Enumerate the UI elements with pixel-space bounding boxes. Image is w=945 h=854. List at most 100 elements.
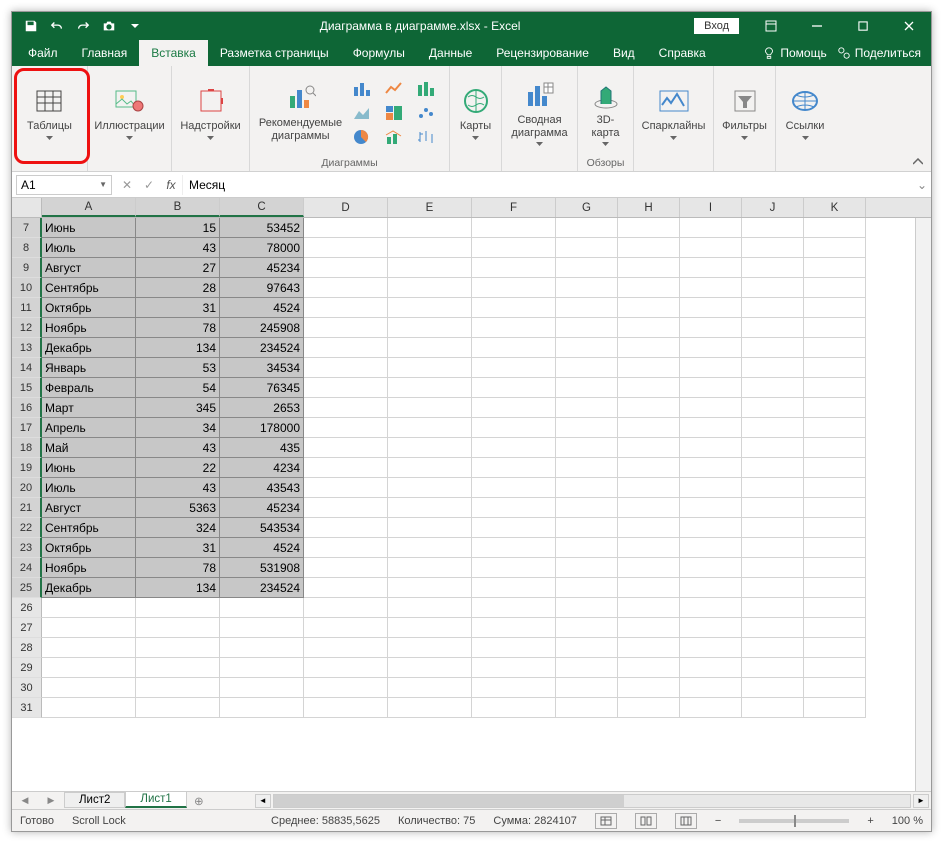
cell[interactable] <box>304 518 388 538</box>
cell[interactable] <box>804 258 866 278</box>
cell[interactable] <box>680 538 742 558</box>
row-header[interactable]: 30 <box>12 678 42 698</box>
cell[interactable] <box>304 618 388 638</box>
cell[interactable] <box>618 558 680 578</box>
cell[interactable] <box>304 398 388 418</box>
cell[interactable] <box>804 618 866 638</box>
cell[interactable] <box>472 658 556 678</box>
cell[interactable] <box>304 658 388 678</box>
cell[interactable]: 97643 <box>220 278 304 298</box>
cell[interactable] <box>618 498 680 518</box>
cell[interactable]: 43 <box>136 238 220 258</box>
cell[interactable] <box>742 398 804 418</box>
cell[interactable]: Декабрь <box>42 578 136 598</box>
cell[interactable] <box>388 218 472 238</box>
cell[interactable]: 245908 <box>220 318 304 338</box>
cell[interactable] <box>742 558 804 578</box>
cell[interactable]: 27 <box>136 258 220 278</box>
cell[interactable] <box>804 498 866 518</box>
cell[interactable] <box>618 398 680 418</box>
chart-column-icon[interactable] <box>414 78 438 100</box>
row-header[interactable]: 29 <box>12 658 42 678</box>
cell[interactable] <box>556 238 618 258</box>
cancel-formula-icon[interactable]: ✕ <box>116 178 138 192</box>
cell[interactable] <box>556 318 618 338</box>
cell[interactable] <box>388 578 472 598</box>
cell[interactable] <box>304 578 388 598</box>
cell[interactable] <box>680 578 742 598</box>
recommended-charts-button[interactable]: Рекомендуемые диаграммы <box>255 80 346 144</box>
tab-view[interactable]: Вид <box>601 40 647 66</box>
cell[interactable]: Сентябрь <box>42 278 136 298</box>
cell[interactable] <box>472 398 556 418</box>
cell[interactable]: Февраль <box>42 378 136 398</box>
cell[interactable] <box>742 678 804 698</box>
chart-stock-icon[interactable] <box>414 126 438 148</box>
hscroll-thumb[interactable] <box>274 795 624 807</box>
cell[interactable] <box>618 258 680 278</box>
tables-button[interactable]: Таблицы <box>23 83 76 142</box>
tab-insert[interactable]: Вставка <box>139 40 208 66</box>
cell[interactable] <box>742 578 804 598</box>
cell[interactable] <box>472 478 556 498</box>
cell[interactable] <box>472 218 556 238</box>
col-header-B[interactable]: B <box>136 198 220 217</box>
cell[interactable]: 34534 <box>220 358 304 378</box>
tab-formulas[interactable]: Формулы <box>341 40 417 66</box>
cell[interactable] <box>304 338 388 358</box>
save-icon[interactable] <box>20 15 42 37</box>
cell[interactable]: Сентябрь <box>42 518 136 538</box>
cell[interactable] <box>804 418 866 438</box>
col-header-F[interactable]: F <box>472 198 556 217</box>
cell[interactable] <box>680 698 742 718</box>
cell[interactable] <box>804 378 866 398</box>
cell[interactable] <box>472 518 556 538</box>
cell[interactable] <box>304 418 388 438</box>
row-header[interactable]: 27 <box>12 618 42 638</box>
cell[interactable] <box>680 418 742 438</box>
cell[interactable] <box>42 658 136 678</box>
cell[interactable] <box>804 658 866 678</box>
cell[interactable] <box>742 338 804 358</box>
row-header[interactable]: 11 <box>12 298 42 318</box>
tell-me[interactable]: Помощь <box>762 46 826 60</box>
cell[interactable] <box>42 678 136 698</box>
cell[interactable] <box>680 358 742 378</box>
row-header[interactable]: 14 <box>12 358 42 378</box>
cell[interactable] <box>804 238 866 258</box>
cell[interactable]: 15 <box>136 218 220 238</box>
col-header-C[interactable]: C <box>220 198 304 217</box>
view-page-layout-icon[interactable] <box>635 813 657 829</box>
cell[interactable] <box>388 378 472 398</box>
cell[interactable] <box>304 258 388 278</box>
cell[interactable] <box>618 478 680 498</box>
cell[interactable] <box>472 498 556 518</box>
cell[interactable]: 22 <box>136 458 220 478</box>
cell[interactable] <box>618 438 680 458</box>
cell[interactable]: Август <box>42 498 136 518</box>
cell[interactable]: 435 <box>220 438 304 458</box>
cell[interactable]: Октябрь <box>42 538 136 558</box>
cell[interactable] <box>220 658 304 678</box>
cell[interactable] <box>742 638 804 658</box>
row-header[interactable]: 16 <box>12 398 42 418</box>
cell[interactable] <box>804 458 866 478</box>
view-page-break-icon[interactable] <box>675 813 697 829</box>
cell[interactable] <box>556 438 618 458</box>
cell[interactable] <box>680 678 742 698</box>
cell[interactable] <box>556 558 618 578</box>
sheet-tab-1[interactable]: Лист1 <box>125 791 186 808</box>
cell[interactable]: 43543 <box>220 478 304 498</box>
row-header[interactable]: 18 <box>12 438 42 458</box>
cell[interactable] <box>472 678 556 698</box>
cell[interactable] <box>680 558 742 578</box>
tab-review[interactable]: Рецензирование <box>484 40 601 66</box>
cell[interactable] <box>136 698 220 718</box>
share-button[interactable]: Поделиться <box>837 46 921 60</box>
cell[interactable] <box>556 358 618 378</box>
cell[interactable] <box>556 338 618 358</box>
cell[interactable] <box>742 418 804 438</box>
login-button[interactable]: Вход <box>694 18 739 34</box>
row-header[interactable]: 9 <box>12 258 42 278</box>
cell[interactable] <box>388 658 472 678</box>
